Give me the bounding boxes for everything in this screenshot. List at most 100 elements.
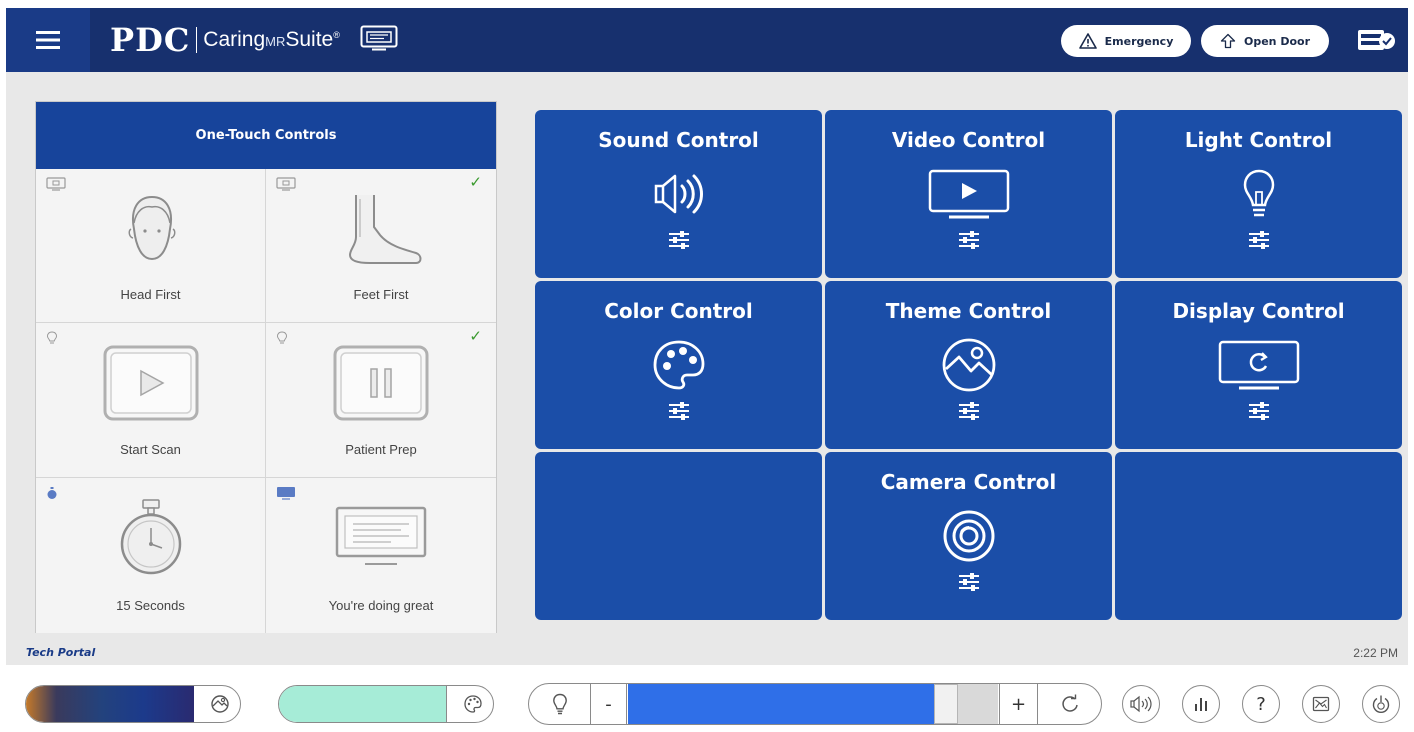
empty-tile — [535, 452, 822, 620]
checkmark-icon: ✓ — [469, 173, 482, 191]
small-lightbulb-icon — [46, 331, 58, 344]
checkmark-icon: ✓ — [469, 327, 482, 345]
light-level-slider[interactable] — [628, 684, 998, 724]
suite-name-mr: MR — [265, 34, 286, 49]
sound-button[interactable] — [1122, 685, 1160, 723]
tile-title: Sound Control — [598, 128, 759, 152]
brand-divider — [196, 27, 198, 53]
head-icon — [128, 195, 175, 261]
up-arrow-icon — [1220, 33, 1236, 49]
one-touch-label: You're doing great — [328, 598, 434, 613]
camera-control-tile[interactable]: Camera Control — [825, 452, 1112, 620]
one-touch-15-seconds[interactable]: 15 Seconds — [36, 478, 266, 633]
suite-name-end: Suite — [285, 28, 334, 51]
small-lightbulb-icon — [276, 331, 288, 344]
adjust-sliders-button[interactable] — [1248, 401, 1270, 425]
open-door-label: Open Door — [1243, 34, 1311, 48]
light-increase-button[interactable]: + — [999, 684, 1037, 724]
theme-image-icon — [211, 695, 229, 713]
adjust-sliders-button[interactable] — [958, 230, 980, 254]
sliders-icon — [958, 231, 979, 249]
one-touch-feet-first[interactable]: ✓ Feet First — [266, 169, 496, 323]
adjust-sliders-button[interactable] — [958, 401, 980, 425]
suite-name-main: Caring — [203, 28, 266, 51]
one-touch-label: Start Scan — [120, 442, 181, 457]
top-header: PDC CaringMRSuite® Emergency Open Door — [6, 8, 1408, 72]
video-control-tile[interactable]: Video Control — [825, 110, 1112, 278]
pause-icon — [333, 345, 429, 421]
light-control-tile[interactable]: Light Control — [1115, 110, 1402, 278]
one-touch-message[interactable]: You're doing great — [266, 478, 496, 633]
help-button[interactable]: ? — [1242, 685, 1280, 723]
theme-selector[interactable] — [25, 685, 241, 723]
color-control-tile[interactable]: Color Control — [535, 281, 822, 449]
power-timer-button[interactable] — [1362, 685, 1400, 723]
message-button[interactable] — [1302, 685, 1340, 723]
small-monitor-icon — [276, 177, 296, 191]
sliders-icon — [958, 573, 979, 591]
palette-icon — [653, 340, 704, 390]
adjust-sliders-button[interactable] — [1248, 230, 1270, 254]
empty-tile — [1115, 452, 1402, 620]
emergency-button[interactable]: Emergency — [1061, 25, 1191, 57]
one-touch-head-first[interactable]: Head First — [36, 169, 266, 323]
light-decrease-button[interactable]: - — [591, 684, 627, 724]
sliders-icon — [668, 402, 689, 420]
one-touch-controls-panel: One-Touch Controls Head First ✓ Feet Fir… — [35, 101, 497, 633]
play-icon — [103, 345, 198, 421]
brand-logo: PDC CaringMRSuite® — [110, 21, 398, 59]
tech-portal-link[interactable]: Tech Portal — [26, 646, 95, 659]
palette-small-icon — [464, 695, 482, 713]
one-touch-label: Head First — [120, 287, 181, 302]
patient-screen-button[interactable] — [360, 25, 398, 55]
camera-icon — [943, 510, 994, 562]
sliders-icon — [958, 402, 979, 420]
message-image-icon — [1312, 696, 1330, 712]
bottom-toolbar: - + ? — [6, 665, 1408, 732]
speaker-small-icon — [1130, 695, 1152, 713]
small-screen-icon — [277, 487, 295, 500]
hamburger-icon — [36, 31, 60, 49]
equalizer-button[interactable] — [1182, 685, 1220, 723]
brand-name: PDC — [110, 21, 191, 59]
one-touch-label: Feet First — [353, 287, 409, 302]
sliders-icon — [668, 231, 689, 249]
theme-preview-image — [26, 686, 194, 722]
speaker-icon — [654, 174, 703, 214]
warning-icon — [1078, 33, 1097, 49]
one-touch-patient-prep[interactable]: ✓ Patient Prep — [266, 323, 496, 478]
display-control-tile[interactable]: Display Control — [1115, 281, 1402, 449]
tile-title: Color Control — [604, 299, 753, 323]
adjust-sliders-button[interactable] — [958, 572, 980, 596]
suite-name: CaringMRSuite® — [203, 28, 340, 52]
adjust-sliders-button[interactable] — [668, 401, 690, 425]
sliders-icon — [1248, 402, 1269, 420]
device-status-icon — [1358, 30, 1395, 50]
one-touch-start-scan[interactable]: Start Scan — [36, 323, 266, 478]
emergency-label: Emergency — [1104, 34, 1174, 48]
lightbulb-icon — [1243, 169, 1274, 217]
image-icon — [942, 338, 995, 392]
tile-title: Camera Control — [880, 470, 1057, 494]
small-stopwatch-icon — [47, 487, 57, 499]
light-reset-button[interactable] — [1037, 684, 1101, 724]
adjust-sliders-button[interactable] — [668, 230, 690, 254]
light-level-control: - + — [528, 683, 1102, 725]
power-timer-icon — [1372, 695, 1390, 713]
system-status-button[interactable] — [1356, 28, 1396, 56]
light-toggle-button[interactable] — [529, 684, 591, 724]
menu-button[interactable] — [6, 8, 90, 72]
sound-control-tile[interactable]: Sound Control — [535, 110, 822, 278]
video-play-icon — [928, 169, 1009, 219]
foot-icon — [348, 195, 422, 264]
theme-control-tile[interactable]: Theme Control — [825, 281, 1112, 449]
light-level-handle[interactable] — [934, 684, 958, 724]
one-touch-controls-title: One-Touch Controls — [36, 102, 496, 169]
tile-title: Display Control — [1172, 299, 1345, 323]
tile-title: Theme Control — [885, 299, 1052, 323]
color-selector[interactable] — [278, 685, 494, 723]
color-swatch — [279, 686, 447, 722]
clock: 2:22 PM — [1353, 646, 1398, 660]
message-screen-icon — [335, 506, 427, 565]
open-door-button[interactable]: Open Door — [1201, 25, 1329, 57]
